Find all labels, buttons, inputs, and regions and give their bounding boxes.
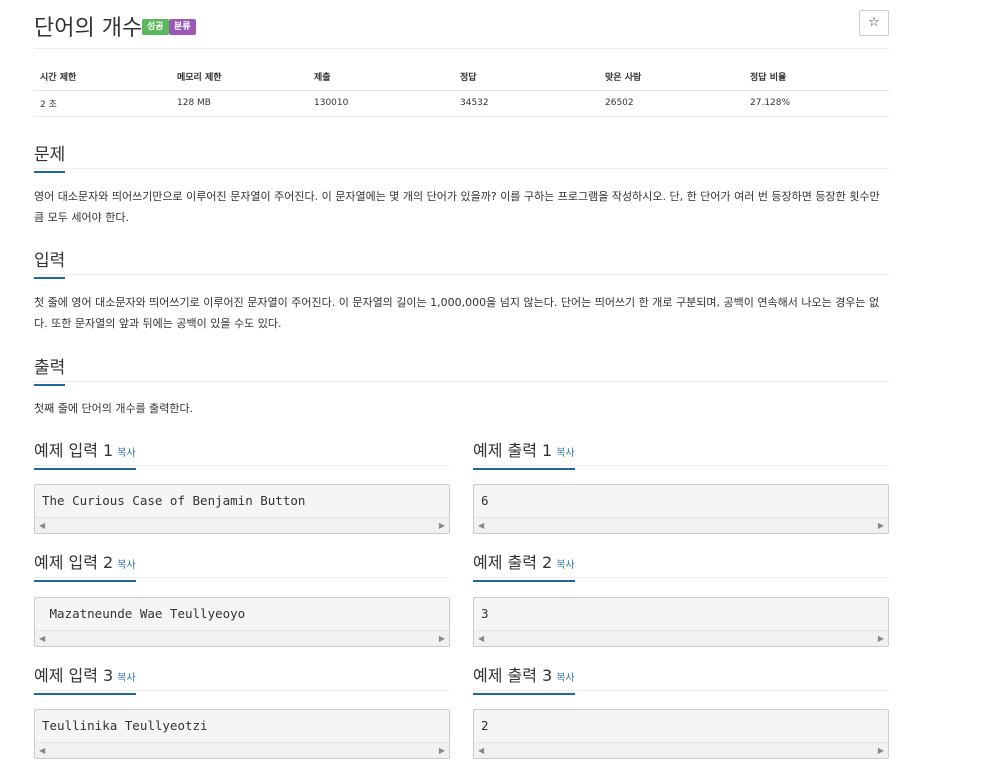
sample-input-1-heading: 예제 입력 1 복사 (34, 437, 450, 470)
problem-info-table: 시간 제한 메모리 제한 제출 정답 맞은 사람 정답 비율 2 초 128 M… (34, 64, 889, 117)
scroll-left-icon[interactable]: ◀ (478, 746, 484, 755)
header-accept-ratio: 정답 비율 (744, 64, 889, 91)
table-row: 2 초 128 MB 130010 34532 26502 27.128% (34, 90, 889, 117)
copy-button[interactable]: 복사 (556, 560, 574, 571)
star-icon: ☆ (868, 15, 880, 30)
horizontal-scrollbar[interactable]: ◀ ▶ (35, 742, 449, 758)
category-badge[interactable]: 분류 (169, 19, 196, 35)
sample-output-2-code: 3 (481, 606, 489, 621)
divider (34, 381, 889, 382)
copy-button[interactable]: 복사 (117, 448, 135, 459)
divider (34, 690, 450, 691)
sample-output-1-code: 6 (481, 493, 489, 508)
sample-input-1-code: The Curious Case of Benjamin Button (42, 493, 306, 508)
scroll-right-icon[interactable]: ▶ (878, 634, 884, 643)
scroll-right-icon[interactable]: ▶ (878, 746, 884, 755)
sample-output-2-heading: 예제 출력 2 복사 (473, 549, 889, 582)
description-heading: 문제 (34, 140, 889, 173)
sample-title-text: 예제 입력 2 (34, 553, 114, 572)
sample-input-3-code: Teullinika Teullyeotzi (42, 718, 208, 733)
input-text: 첫 줄에 영어 대소문자와 띄어쓰기로 이루어진 문자열이 주어진다. 이 문자… (34, 296, 880, 330)
divider (473, 690, 889, 691)
table-header-row: 시간 제한 메모리 제한 제출 정답 맞은 사람 정답 비율 (34, 64, 889, 91)
sample-output-2-box[interactable]: 3 ◀ ▶ (473, 597, 889, 647)
scroll-right-icon[interactable]: ▶ (878, 521, 884, 530)
sample-output-3-box[interactable]: 2 ◀ ▶ (473, 709, 889, 759)
header-solved-users: 맞은 사람 (599, 64, 744, 91)
scroll-left-icon[interactable]: ◀ (39, 521, 45, 530)
sample-input-2-box[interactable]: Mazatneunde Wae Teullyeoyo ◀ ▶ (34, 597, 450, 647)
header-submissions: 제출 (308, 64, 454, 91)
accept-ratio-value: 27.128% (744, 90, 889, 117)
accepted-value[interactable]: 34532 (454, 90, 599, 117)
submissions-value[interactable]: 130010 (308, 90, 454, 117)
header-accepted: 정답 (454, 64, 599, 91)
scroll-left-icon[interactable]: ◀ (39, 634, 45, 643)
scroll-left-icon[interactable]: ◀ (39, 746, 45, 755)
scroll-right-icon[interactable]: ▶ (439, 634, 445, 643)
sample-input-3-heading: 예제 입력 3 복사 (34, 662, 450, 695)
divider (34, 168, 889, 169)
sample-input-1-box[interactable]: The Curious Case of Benjamin Button ◀ ▶ (34, 484, 450, 534)
scroll-right-icon[interactable]: ▶ (439, 521, 445, 530)
divider (34, 577, 450, 578)
scroll-left-icon[interactable]: ◀ (478, 521, 484, 530)
sample-output-3-heading: 예제 출력 3 복사 (473, 662, 889, 695)
problem-header: 단어의 개수 성공 분류 ☆ (34, 8, 889, 48)
copy-button[interactable]: 복사 (117, 673, 135, 684)
scroll-right-icon[interactable]: ▶ (439, 746, 445, 755)
time-limit-value: 2 초 (34, 90, 171, 117)
memory-limit-value: 128 MB (171, 90, 308, 117)
solved-users-value[interactable]: 26502 (599, 90, 744, 117)
copy-button[interactable]: 복사 (556, 448, 574, 459)
sample-output-3-code: 2 (481, 718, 489, 733)
sample-output-1-heading: 예제 출력 1 복사 (473, 437, 889, 470)
header-time-limit: 시간 제한 (34, 64, 171, 91)
header-memory-limit: 메모리 제한 (171, 64, 308, 91)
horizontal-scrollbar[interactable]: ◀ ▶ (35, 630, 449, 646)
divider (34, 48, 889, 49)
copy-button[interactable]: 복사 (117, 560, 135, 571)
divider (34, 465, 450, 466)
divider (34, 274, 889, 275)
sample-title-text: 예제 출력 1 (473, 441, 553, 460)
horizontal-scrollbar[interactable]: ◀ ▶ (35, 517, 449, 533)
description-text: 영어 대소문자와 띄어쓰기만으로 이루어진 문자열이 주어진다. 이 문자열에는… (34, 190, 880, 224)
sample-title-text: 예제 출력 2 (473, 553, 553, 572)
horizontal-scrollbar[interactable]: ◀ ▶ (474, 630, 888, 646)
output-heading: 출력 (34, 353, 889, 386)
copy-button[interactable]: 복사 (556, 673, 574, 684)
input-heading: 입력 (34, 246, 889, 279)
success-badge[interactable]: 성공 (142, 19, 169, 35)
sample-title-text: 예제 입력 1 (34, 441, 114, 460)
sample-title-text: 예제 입력 3 (34, 666, 114, 685)
scroll-left-icon[interactable]: ◀ (478, 634, 484, 643)
sample-input-2-heading: 예제 입력 2 복사 (34, 549, 450, 582)
sample-title-text: 예제 출력 3 (473, 666, 553, 685)
output-text: 첫째 줄에 단어의 개수를 출력한다. (34, 402, 194, 415)
problem-title: 단어의 개수 (34, 16, 143, 41)
horizontal-scrollbar[interactable]: ◀ ▶ (474, 742, 888, 758)
favorite-button[interactable]: ☆ (859, 10, 889, 36)
horizontal-scrollbar[interactable]: ◀ ▶ (474, 517, 888, 533)
sample-input-3-box[interactable]: Teullinika Teullyeotzi ◀ ▶ (34, 709, 450, 759)
sample-input-2-code: Mazatneunde Wae Teullyeoyo (42, 606, 246, 621)
divider (473, 465, 889, 466)
sample-output-1-box[interactable]: 6 ◀ ▶ (473, 484, 889, 534)
divider (473, 577, 889, 578)
